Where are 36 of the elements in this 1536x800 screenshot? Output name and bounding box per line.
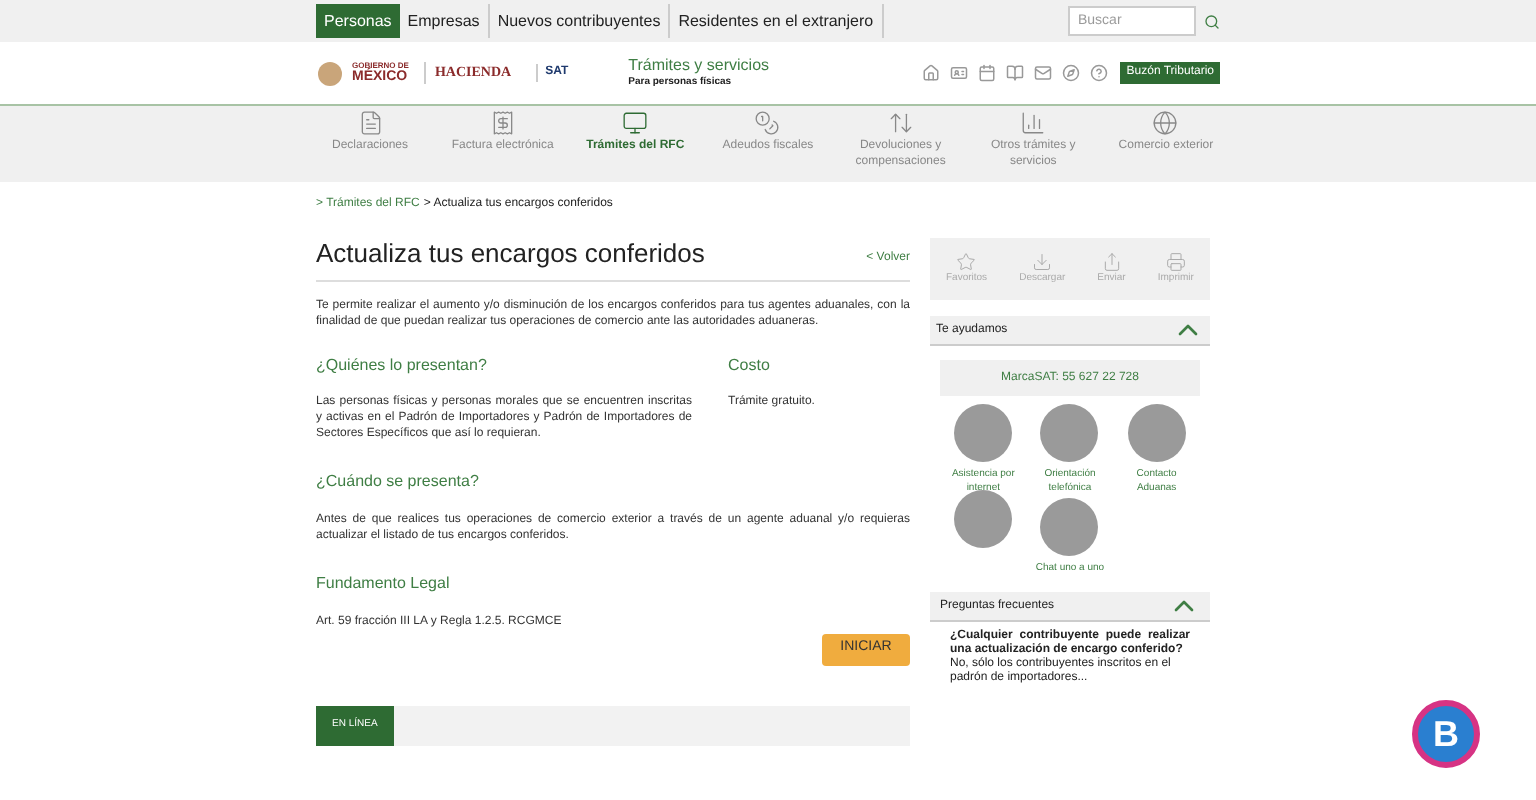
search-icon[interactable] (1204, 13, 1220, 29)
emblem-icon (316, 59, 344, 87)
section-heading: ¿Cuándo se presenta? (316, 469, 481, 493)
top-nav-tab[interactable]: Residentes en el extranjero (670, 4, 884, 38)
top-nav-tab[interactable]: Empresas (399, 4, 490, 38)
header-title: Trámites y servicios (628, 56, 770, 77)
monitor-icon (622, 110, 649, 136)
top-nav-tab[interactable]: Nuevos contribuyentes (489, 4, 671, 38)
star-icon (956, 251, 977, 272)
help-icon[interactable] (1090, 64, 1109, 82)
photo-placeholder (1040, 498, 1099, 556)
floating-badge[interactable]: B (1412, 700, 1480, 768)
coins-icon (754, 110, 781, 136)
photo-placeholder (1040, 404, 1099, 462)
chart-icon (1020, 110, 1047, 136)
section-heading: Fundamento Legal (316, 571, 452, 595)
section-heading: Costo (728, 353, 772, 377)
calendar-icon[interactable] (978, 64, 997, 82)
photo-placeholder (954, 490, 1013, 548)
arrows-icon (887, 110, 914, 136)
invoice-icon (489, 110, 516, 136)
mail-icon[interactable] (1034, 64, 1053, 82)
document-icon (357, 110, 383, 136)
page-title: Actualiza tus encargos conferidos (316, 236, 705, 272)
share-icon (1101, 251, 1122, 272)
globe-icon (1152, 110, 1179, 136)
book-icon[interactable] (1006, 64, 1025, 82)
photo-placeholder (954, 404, 1013, 462)
home-icon[interactable] (922, 64, 941, 82)
compass-icon[interactable] (1062, 64, 1081, 82)
section-heading: ¿Quiénes lo presentan? (316, 353, 489, 377)
download-icon (1032, 251, 1053, 272)
id-card-icon[interactable] (950, 64, 969, 82)
printer-icon (1165, 251, 1186, 272)
photo-placeholder (1127, 404, 1186, 462)
top-nav-tab[interactable]: Personas (316, 4, 400, 38)
